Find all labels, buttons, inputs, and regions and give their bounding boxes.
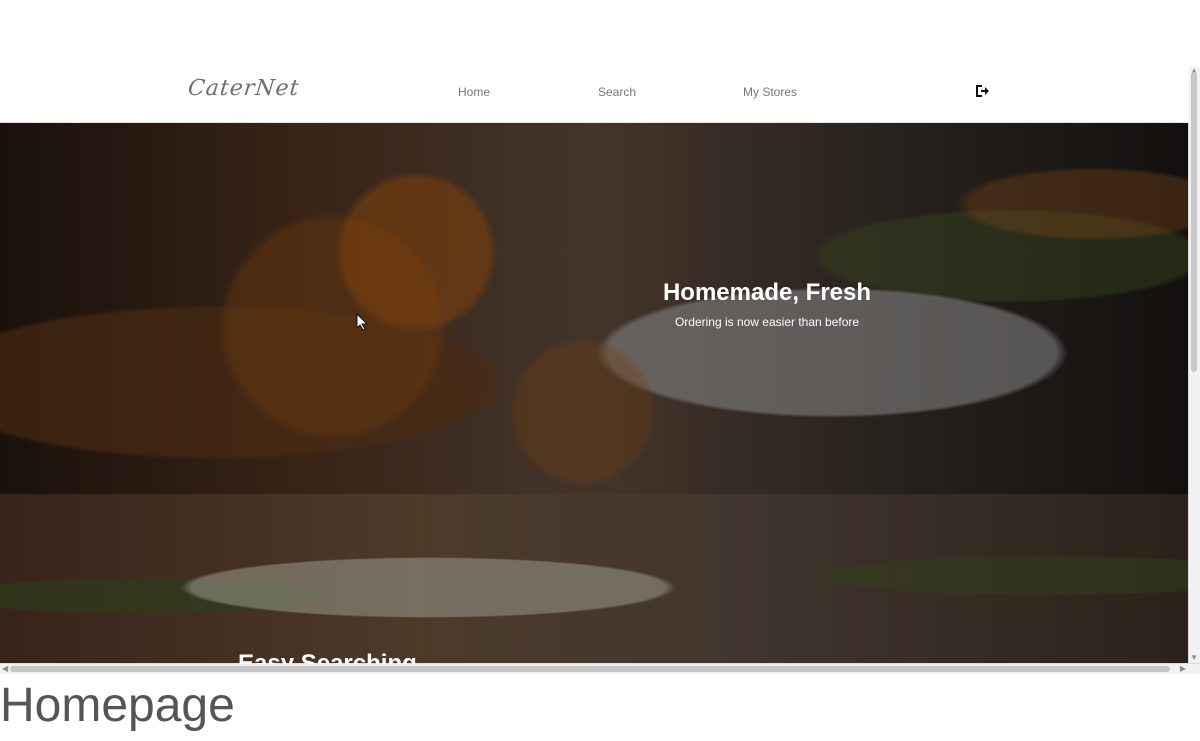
feature-title: Easy Searching bbox=[238, 650, 417, 664]
scroll-down-icon[interactable]: ▼ bbox=[1190, 654, 1198, 662]
nav-my-stores-link[interactable]: My Stores bbox=[743, 85, 797, 99]
vertical-scroll-thumb[interactable] bbox=[1191, 72, 1197, 372]
nav-search-link[interactable]: Search bbox=[598, 85, 636, 99]
sign-out-icon[interactable] bbox=[975, 84, 989, 98]
top-navigation: CaterNet Home Search My Stores bbox=[0, 67, 1189, 123]
feature-banner: Easy Searching bbox=[0, 494, 1189, 664]
hero-content: Homemade, Fresh Ordering is now easier t… bbox=[662, 279, 872, 329]
hero-banner: Homemade, Fresh Ordering is now easier t… bbox=[0, 122, 1189, 494]
vertical-scrollbar[interactable]: ▲ ▼ bbox=[1188, 67, 1200, 663]
hero-title: Homemade, Fresh bbox=[662, 279, 872, 306]
mouse-cursor-icon bbox=[356, 312, 369, 331]
nav-home-link[interactable]: Home bbox=[458, 85, 490, 99]
brand-logo[interactable]: CaterNet bbox=[187, 76, 301, 101]
browser-viewport: CaterNet Home Search My Stores Homemade,… bbox=[0, 67, 1200, 674]
scroll-left-icon[interactable]: ◀ bbox=[2, 665, 8, 673]
scroll-right-icon[interactable]: ▶ bbox=[1180, 665, 1186, 673]
horizontal-scrollbar[interactable]: ◀ ▶ bbox=[0, 663, 1200, 674]
screenshot-page: CaterNet Home Search My Stores Homemade,… bbox=[0, 0, 1200, 741]
hero-subtitle: Ordering is now easier than before bbox=[674, 315, 860, 329]
screenshot-caption: Homepage bbox=[0, 679, 235, 732]
horizontal-scroll-thumb[interactable] bbox=[10, 666, 1170, 672]
